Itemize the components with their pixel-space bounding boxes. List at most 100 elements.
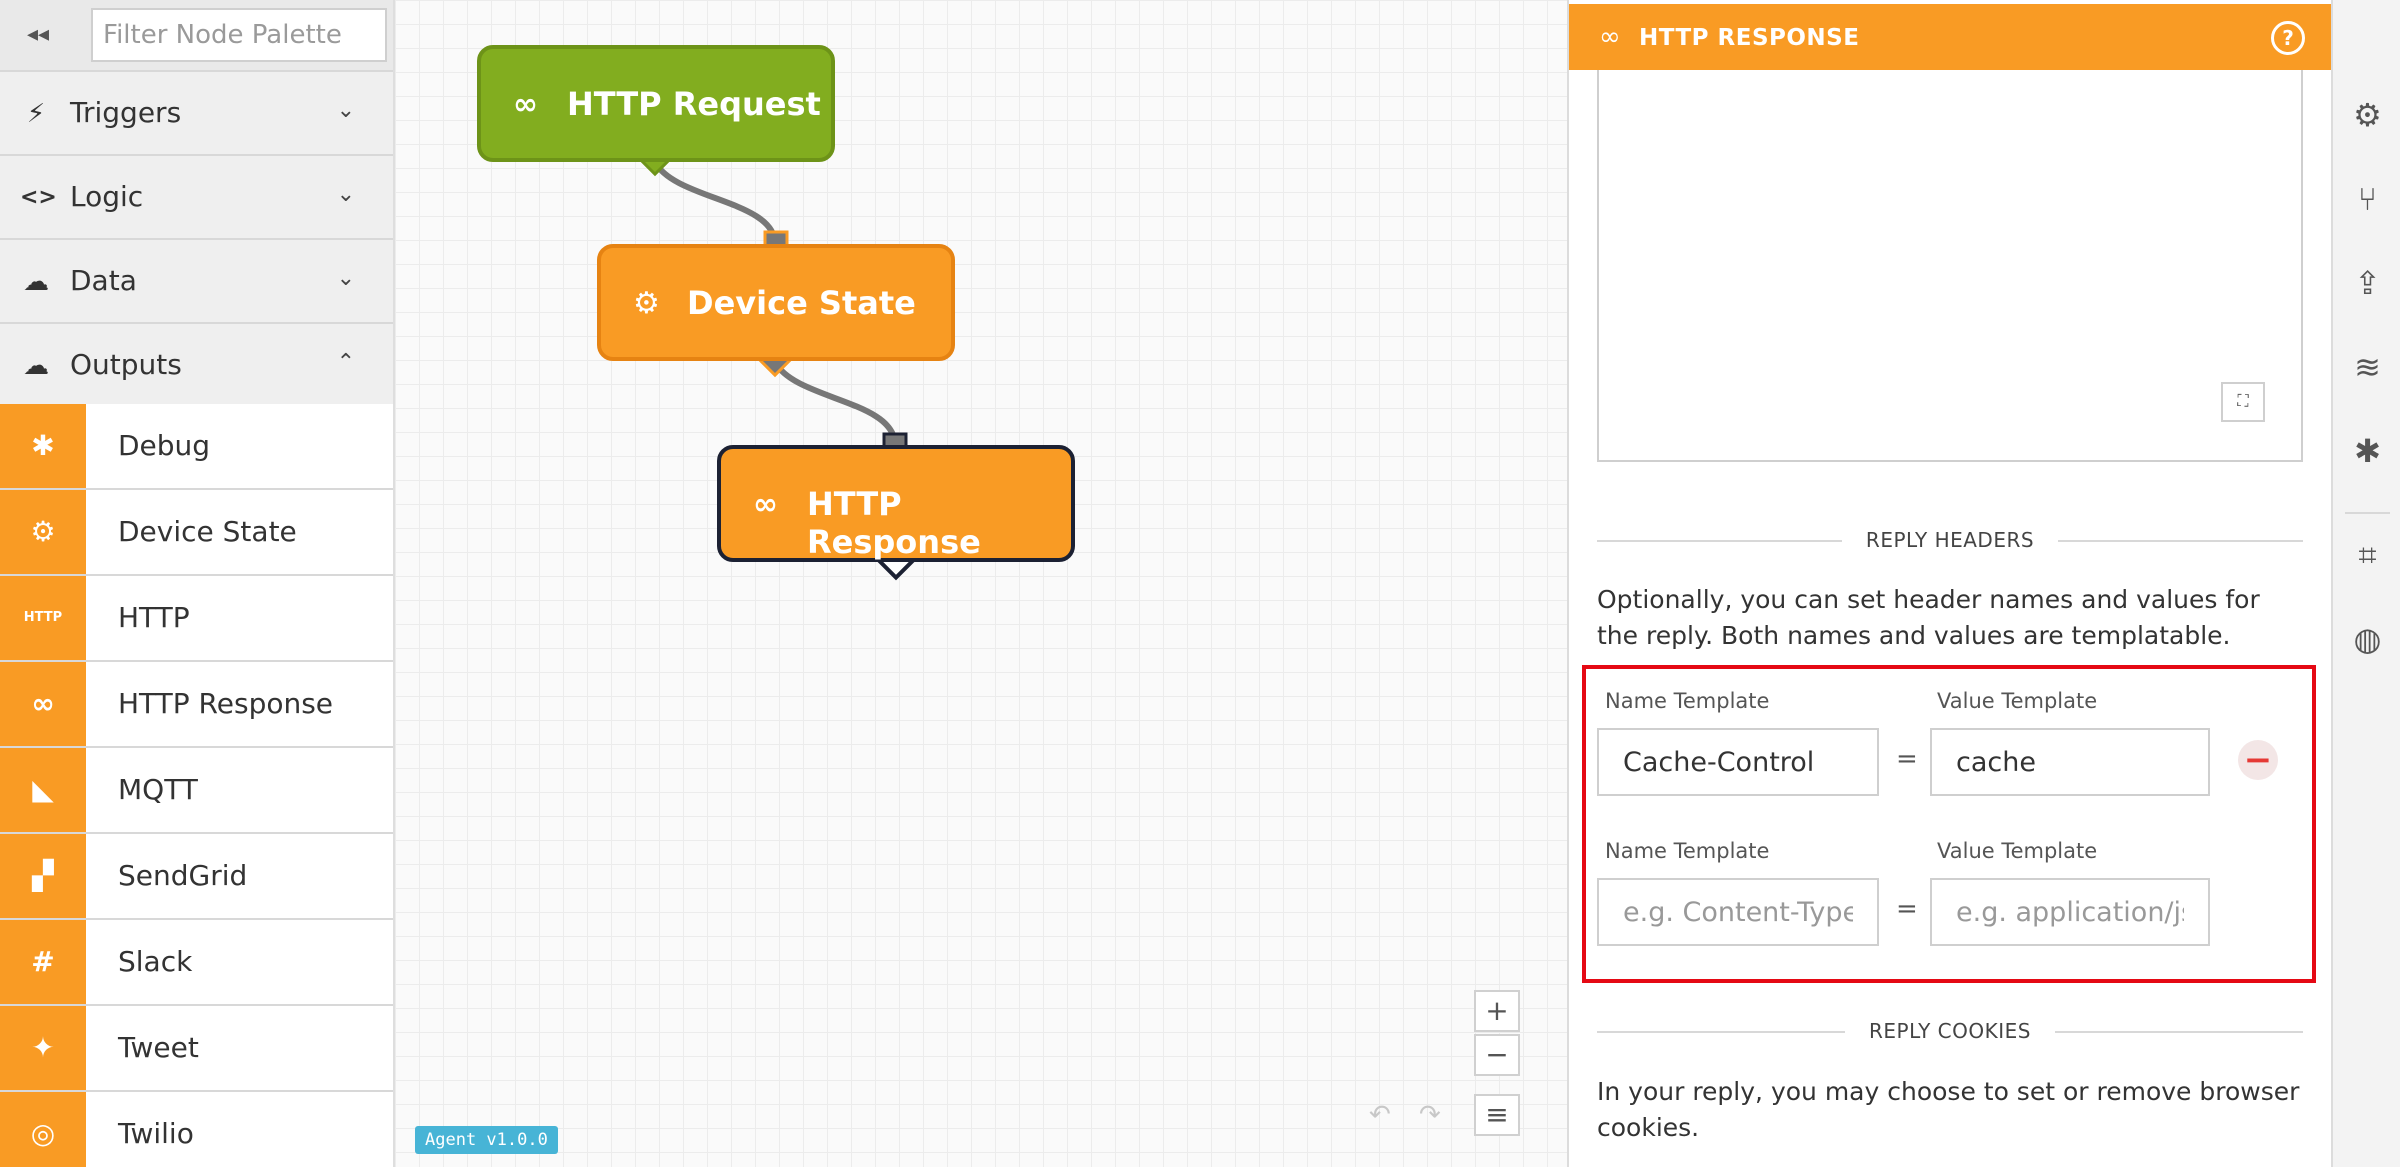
upload-icon[interactable]: ⇪ (2333, 264, 2400, 302)
palette-item-label: Debug (118, 429, 211, 462)
name-template-label: Name Template (1605, 689, 1770, 713)
section-title: REPLY COOKIES (1597, 1019, 2303, 1043)
node-label: HTTP Response (807, 485, 981, 561)
category-label: Logic (70, 180, 144, 213)
palette-item-debug[interactable]: ✱ Debug (0, 404, 393, 490)
palette-header: ◂◂ (0, 0, 393, 72)
name-template-label: Name Template (1605, 839, 1770, 863)
node-http-request[interactable]: ∞ HTTP Request (477, 45, 835, 162)
link-icon: ∞ (0, 662, 86, 746)
wire-device-state-to-response (772, 360, 898, 446)
cloud-download-icon: ☁ (23, 267, 49, 297)
node-config-panel: ∞ HTTP RESPONSE ? ⛶ REPLY HEADERS Option… (1567, 0, 2333, 1167)
category-triggers[interactable]: ⚡ Triggers ⌄ (0, 72, 393, 156)
panel-title: HTTP RESPONSE (1639, 25, 1860, 51)
reply-cookies-description: In your reply, you may choose to set or … (1597, 1077, 2300, 1142)
palette-item-http-response[interactable]: ∞ HTTP Response (0, 662, 393, 748)
link-icon: ∞ (753, 487, 778, 522)
chevron-up-icon: ⌃ (336, 350, 355, 375)
twitter-icon: ✦ (0, 1006, 86, 1090)
right-toolbar: ⚙ ⑂ ⇪ ≋ ✱ ⌗ ◍ (2331, 0, 2400, 1167)
node-label: Device State (687, 284, 916, 322)
collapse-palette-button[interactable]: ◂◂ (22, 20, 54, 50)
code-bracket-icon[interactable]: ⌗ (2333, 536, 2400, 575)
zoom-in-button[interactable]: + (1474, 990, 1520, 1032)
category-label: Triggers (70, 96, 182, 129)
gear-icon[interactable]: ⚙ (2333, 96, 2400, 134)
remove-header-button[interactable]: − (2238, 740, 2278, 780)
palette-item-http[interactable]: HTTP HTTP (0, 576, 393, 662)
bolt-icon: ⚡ (26, 99, 46, 129)
equals-sign: = (1896, 894, 1918, 924)
value-template-label: Value Template (1937, 689, 2098, 713)
debug-icon[interactable]: ✱ (2333, 432, 2400, 470)
node-http-response[interactable]: ∞ HTTP Response (717, 445, 1075, 562)
connection-wires (638, 143, 915, 581)
zoom-out-button[interactable]: − (1474, 1034, 1520, 1076)
reply-cookies-title: REPLY COOKIES (1845, 1019, 2055, 1043)
node-label: HTTP Request (567, 85, 821, 123)
mqtt-icon: ◣ (0, 748, 86, 832)
palette-item-label: HTTP Response (118, 687, 334, 720)
palette-item-label: Device State (118, 515, 297, 548)
palette-item-mqtt[interactable]: ◣ MQTT (0, 748, 393, 834)
palette-item-device-state[interactable]: ⚙ Device State (0, 490, 393, 576)
help-icon[interactable]: ? (2271, 21, 2305, 55)
category-data[interactable]: ☁ Data ⌄ (0, 240, 393, 324)
node-palette: ◂◂ ⚡ Triggers ⌄ <> Logic ⌄ ☁ Data ⌄ ☁ Ou… (0, 0, 395, 1167)
header-name-input[interactable] (1597, 728, 1879, 796)
redo-button[interactable]: ↷ (1419, 1100, 1441, 1130)
category-outputs[interactable]: ☁ Outputs ⌃ (0, 324, 393, 408)
palette-item-label: Twilio (118, 1117, 194, 1150)
sendgrid-icon: ▞ (0, 834, 86, 918)
twilio-icon: ◎ (0, 1092, 86, 1167)
node-device-state[interactable]: ⚙ Device State (597, 244, 955, 361)
palette-item-label: HTTP (118, 601, 190, 634)
chevron-down-icon: ⌄ (336, 98, 355, 123)
palette-item-label: Tweet (118, 1031, 199, 1064)
header-name-input[interactable] (1597, 878, 1879, 946)
wire-request-to-device-state (652, 160, 778, 245)
branch-icon[interactable]: ⑂ (2333, 180, 2400, 218)
code-icon: <> (20, 185, 57, 210)
agent-version-badge: Agent v1.0.0 (415, 1126, 558, 1154)
section-title: REPLY HEADERS (1597, 528, 2303, 552)
canvas-menu-button[interactable]: ≡ (1474, 1094, 1520, 1136)
category-label: Outputs (70, 348, 182, 381)
category-label: Data (70, 264, 137, 297)
chevron-down-icon: ⌄ (336, 266, 355, 291)
chip-icon: ⚙ (633, 286, 660, 321)
link-icon: ∞ (1599, 22, 1621, 52)
bug-icon: ✱ (0, 404, 86, 488)
reply-headers-divider: REPLY HEADERS (1597, 525, 2303, 555)
chip-icon: ⚙ (0, 490, 86, 574)
header-value-input[interactable] (1930, 878, 2210, 946)
reply-headers-description: Optionally, you can set header names and… (1597, 585, 2260, 650)
header-value-input[interactable] (1930, 728, 2210, 796)
palette-item-label: SendGrid (118, 859, 248, 892)
toolbar-divider (2345, 512, 2390, 514)
workflow-canvas[interactable]: ∞ HTTP Request ⚙ Device State ∞ HTTP Res… (395, 0, 1567, 1167)
palette-item-label: Slack (118, 945, 193, 978)
palette-item-tweet[interactable]: ✦ Tweet (0, 1006, 393, 1092)
chevron-down-icon: ⌄ (336, 182, 355, 207)
database-icon[interactable]: ≋ (2333, 348, 2400, 386)
reply-headers-title: REPLY HEADERS (1841, 528, 2059, 552)
http-icon: HTTP (0, 576, 86, 660)
undo-button[interactable]: ↶ (1369, 1100, 1391, 1130)
reply-cookies-divider: REPLY COOKIES (1597, 1016, 2303, 1046)
expand-editor-button[interactable]: ⛶ (2221, 382, 2265, 422)
globe-icon[interactable]: ◍ (2333, 620, 2400, 658)
body-template-editor[interactable]: ⛶ (1597, 70, 2303, 462)
slack-icon: # (0, 920, 86, 1004)
cloud-upload-icon: ☁ (23, 351, 49, 381)
palette-item-twilio[interactable]: ◎ Twilio (0, 1092, 393, 1167)
category-logic[interactable]: <> Logic ⌄ (0, 156, 393, 240)
filter-node-palette-input[interactable] (91, 8, 387, 62)
value-template-label: Value Template (1937, 839, 2098, 863)
link-icon: ∞ (513, 87, 538, 122)
palette-item-sendgrid[interactable]: ▞ SendGrid (0, 834, 393, 920)
palette-item-label: MQTT (118, 773, 198, 806)
equals-sign: = (1896, 744, 1918, 774)
palette-item-slack[interactable]: # Slack (0, 920, 393, 1006)
